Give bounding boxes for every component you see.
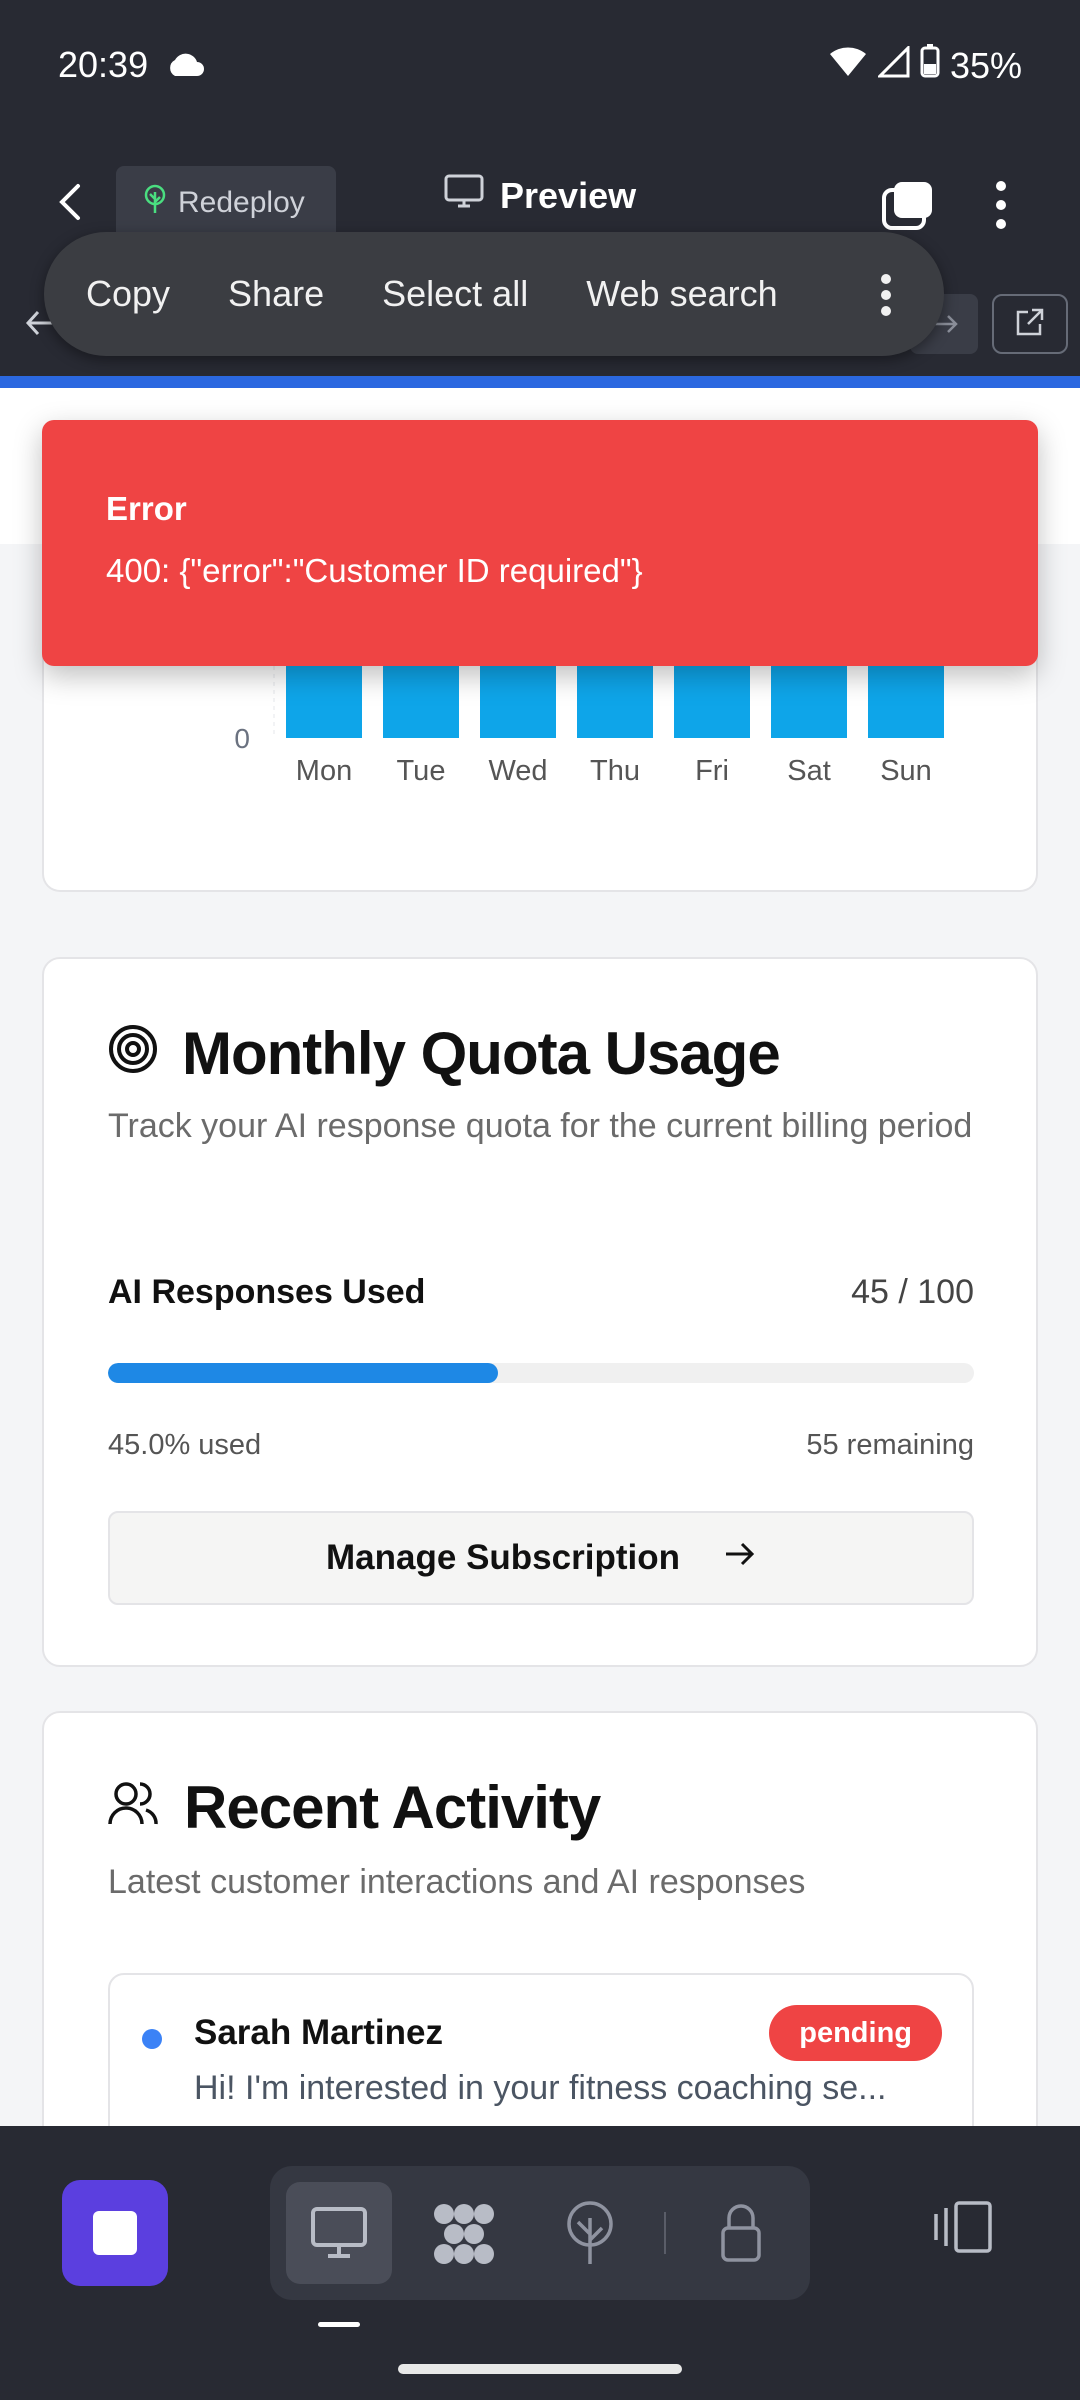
percent-used: 45.0% used <box>108 1429 262 1461</box>
responses-used-value: 45 / 100 <box>851 1273 974 1311</box>
app-home-button[interactable] <box>62 2180 168 2286</box>
cloud-icon <box>165 52 205 83</box>
battery-icon <box>920 44 940 87</box>
chart-x-label-fri: Fri <box>695 755 729 787</box>
more-vert-icon[interactable] <box>994 180 1008 235</box>
deploy-icon[interactable] <box>564 2200 616 2271</box>
quota-progress-fill <box>108 1363 498 1383</box>
error-message: 400: {"error":"Customer ID required"} <box>106 552 643 589</box>
menu-more-icon[interactable] <box>880 274 892 325</box>
manage-subscription-label: Manage Subscription <box>326 1538 680 1577</box>
lock-icon[interactable] <box>720 2204 762 2267</box>
monitor-icon <box>310 2206 368 2265</box>
activity-subtitle: Latest customer interactions and AI resp… <box>108 1863 806 1901</box>
workflow-icon[interactable] <box>432 2202 496 2271</box>
quota-title: Monthly Quota Usage <box>108 1019 781 1088</box>
quota-card: Monthly Quota Usage Track your AI respon… <box>42 957 1038 1667</box>
sidebar-toggle-icon[interactable] <box>932 2200 994 2259</box>
bottom-toolbar <box>0 2126 1080 2400</box>
gesture-home-bar[interactable] <box>398 2364 682 2374</box>
active-indicator <box>318 2322 360 2327</box>
quota-progress-bar <box>108 1363 974 1383</box>
preview-tab-selected[interactable] <box>286 2182 392 2284</box>
redeploy-button[interactable]: Redeploy <box>116 166 336 240</box>
arrow-right-icon <box>724 1538 756 1578</box>
chart-x-label-sun: Sun <box>880 755 932 787</box>
manage-subscription-button[interactable]: Manage Subscription <box>108 1511 974 1605</box>
battery-percent: 35% <box>949 44 1022 86</box>
chart-x-label-sat: Sat <box>787 755 831 787</box>
menu-web-search[interactable]: Web search <box>586 273 777 315</box>
chart-y-tick: 0 <box>234 723 250 754</box>
preview-title[interactable]: Preview <box>444 174 636 217</box>
signal-icon <box>876 43 910 87</box>
menu-copy[interactable]: Copy <box>86 273 170 315</box>
toolbar-divider <box>664 2212 666 2254</box>
status-dot <box>142 2029 162 2049</box>
chart-x-label-tue: Tue <box>397 755 446 787</box>
status-time: 20:39 <box>58 44 149 85</box>
menu-share[interactable]: Share <box>228 273 324 315</box>
error-title: Error <box>106 490 187 527</box>
quota-title-text: Monthly Quota Usage <box>182 1020 781 1087</box>
customer-name: Sarah Martinez <box>194 2013 443 2052</box>
redeploy-label: Redeploy <box>178 186 305 219</box>
activity-message: Hi! I'm interested in your fitness coach… <box>194 2069 887 2107</box>
status-badge: pending <box>769 2005 942 2061</box>
status-bar: 20:39 35% <box>0 0 1080 130</box>
wifi-icon <box>828 45 868 87</box>
chart-x-label-mon: Mon <box>296 755 352 787</box>
open-external-button[interactable] <box>992 294 1068 354</box>
users-icon <box>108 1773 160 1842</box>
chart-x-label-wed: Wed <box>488 755 547 787</box>
activity-title-text: Recent Activity <box>184 1774 601 1841</box>
monitor-icon <box>444 174 484 217</box>
tree-icon <box>142 184 168 222</box>
menu-select-all[interactable]: Select all <box>382 273 528 315</box>
activity-title: Recent Activity <box>108 1773 601 1842</box>
responses-used-label: AI Responses Used <box>108 1273 426 1311</box>
tabs-icon[interactable] <box>880 180 936 237</box>
preview-label: Preview <box>500 174 637 216</box>
error-toast[interactable]: Error 400: {"error":"Customer ID require… <box>42 420 1038 666</box>
quota-subtitle: Track your AI response quota for the cur… <box>108 1107 973 1145</box>
chart-x-label-thu: Thu <box>590 755 640 787</box>
text-selection-menu: Copy Share Select all Web search <box>44 232 944 356</box>
external-link-icon <box>1014 306 1046 343</box>
stop-square-icon <box>93 2211 137 2255</box>
remaining-count: 55 remaining <box>806 1429 974 1461</box>
target-icon <box>108 1019 158 1088</box>
view-switcher <box>270 2166 810 2300</box>
recent-activity-card: Recent Activity Latest customer interact… <box>42 1711 1038 2173</box>
back-arrow-icon[interactable] <box>52 182 92 227</box>
loading-bar <box>0 376 1080 388</box>
